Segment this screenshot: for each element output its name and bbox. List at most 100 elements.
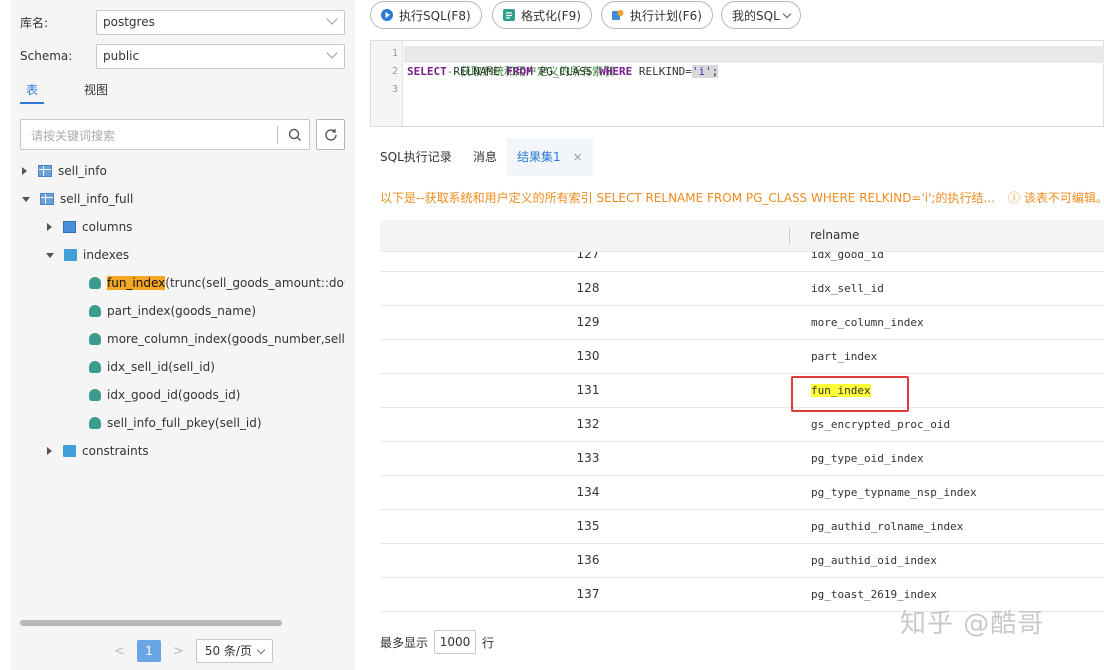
table-row[interactable]: 135 pg_authid_rolname_index (380, 510, 1104, 544)
relname-cell[interactable]: pg_type_oid_index (811, 452, 924, 465)
relname-cell[interactable]: gs_encrypted_proc_oid (811, 418, 950, 431)
grid-header: relname (380, 220, 1104, 252)
tree-label: idx_sell_id(sell_id) (107, 360, 215, 374)
prev-page-button[interactable]: < (114, 644, 125, 659)
table-row[interactable]: 131 fun_index (380, 374, 1104, 408)
tree-label: sell_info (58, 164, 107, 178)
table-row[interactable]: 136 pg_authid_oid_index (380, 544, 1104, 578)
object-tree: sell_info sell_info_full columns indexes… (10, 0, 345, 670)
page-size-select[interactable]: 50 条/页 (195, 639, 273, 663)
tab-sql-history[interactable]: SQL执行记录 (380, 138, 452, 176)
code-line-2[interactable]: SELECT RELNAME FROM PG_CLASS WHERE RELKI… (407, 63, 719, 81)
relname-cell[interactable]: part_index (811, 350, 877, 363)
tab-result-set-1[interactable]: 结果集1 × (507, 138, 593, 176)
next-page-button[interactable]: > (173, 644, 184, 659)
my-sql-label: 我的SQL (732, 8, 780, 23)
format-icon (503, 9, 515, 21)
column-header-relname[interactable]: relname (810, 228, 859, 242)
sql-workspace: 执行SQL(F8) 格式化(F9) 执行计划(F6) 我的SQL 1 2 3 -… (370, 0, 1104, 670)
play-icon (381, 9, 393, 21)
relname-cell[interactable]: pg_toast_2619_index (811, 588, 937, 601)
page-number-1[interactable]: 1 (136, 640, 161, 662)
caret-down-icon[interactable] (22, 196, 30, 202)
tree-node-index-pkey[interactable]: sell_info_full_pkey(sell_id) (89, 413, 262, 433)
tree-node-constraints[interactable]: constraints (47, 441, 149, 461)
relname-cell[interactable]: idx_sell_id (811, 282, 884, 295)
table-row[interactable]: 130 part_index (380, 340, 1104, 374)
tab-messages[interactable]: 消息 (473, 138, 497, 176)
row-number: 132 (576, 417, 600, 431)
column-divider (789, 228, 790, 244)
tree-node-index-more-column-index[interactable]: more_column_index(goods_number,sell_good… (89, 329, 345, 349)
row-number: 130 (576, 349, 600, 363)
tree-node-index-idx-sell-id[interactable]: idx_sell_id(sell_id) (89, 357, 215, 377)
tree-pagination: < 1 > 50 条/页 (114, 639, 273, 663)
row-number: 131 (576, 383, 600, 397)
tree-node-index-idx-good-id[interactable]: idx_good_id(goods_id) (89, 385, 240, 405)
index-icon (89, 417, 101, 429)
index-icon (89, 277, 101, 289)
tree-label: sell_info_full_pkey(sell_id) (107, 416, 262, 430)
result-tabs: SQL执行记录 消息 结果集1 × (370, 138, 1104, 176)
sql-editor[interactable]: 1 2 3 --获取系统和用户定义的所有索引 SELECT RELNAME FR… (370, 40, 1104, 127)
relname-cell[interactable]: pg_authid_oid_index (811, 554, 937, 567)
sql-keyword: SELECT (407, 65, 447, 78)
row-number: 134 (576, 485, 600, 499)
caret-down-icon[interactable] (46, 252, 54, 258)
plan-icon (612, 10, 624, 20)
tree-label: more_column_index(goods_number,sell_good… (107, 332, 345, 346)
line-number: 2 (391, 66, 398, 77)
sql-keyword: WHERE (599, 65, 633, 78)
table-row[interactable]: 132 gs_encrypted_proc_oid (380, 408, 1104, 442)
horizontal-scrollbar[interactable] (20, 620, 282, 626)
result-info-bar: 以下是--获取系统和用户定义的所有索引 SELECT RELNAME FROM … (370, 186, 1104, 210)
sql-identifier: PG_CLASS (532, 65, 600, 78)
max-rows-label: 最多显示 (380, 635, 429, 650)
tree-node-sell-info[interactable]: sell_info (22, 161, 107, 181)
chevron-down-icon (256, 645, 266, 654)
max-rows-unit: 行 (482, 635, 495, 650)
explain-plan-button[interactable]: 执行计划(F6) (601, 1, 713, 29)
caret-right-icon[interactable] (47, 447, 52, 455)
index-icon (89, 333, 101, 345)
watermark: 知乎 @酷哥 (900, 609, 1045, 639)
index-icon (89, 305, 101, 317)
relname-cell[interactable]: pg_authid_rolname_index (811, 520, 963, 533)
line-number-gutter: 1 2 3 (371, 41, 403, 126)
tree-node-index-fun-index[interactable]: fun_index (trunc(sell_goods_amount::doub… (89, 273, 345, 293)
format-label: 格式化(F9) (521, 8, 581, 23)
annotation-highlight-box (791, 376, 909, 412)
line-number: 1 (391, 48, 398, 59)
relname-cell[interactable]: pg_type_typname_nsp_index (811, 486, 977, 499)
table-row[interactable]: 133 pg_type_oid_index (380, 442, 1104, 476)
format-button[interactable]: 格式化(F9) (492, 1, 592, 29)
row-number: 137 (576, 587, 600, 601)
tree-node-indexes[interactable]: indexes (46, 245, 129, 265)
row-number: 135 (576, 519, 600, 533)
run-sql-button[interactable]: 执行SQL(F8) (370, 1, 482, 29)
table-row[interactable]: 128 idx_sell_id (380, 272, 1104, 306)
close-icon[interactable]: × (573, 150, 583, 164)
row-number: 136 (576, 553, 600, 567)
relname-cell[interactable]: more_column_index (811, 316, 924, 329)
indexes-folder-icon (64, 249, 77, 261)
sql-string: 'i' (691, 65, 712, 78)
table-row[interactable]: 134 pg_type_typname_nsp_index (380, 476, 1104, 510)
caret-right-icon[interactable] (47, 223, 52, 231)
tree-label-highlight: fun_index (107, 276, 166, 290)
my-sql-dropdown[interactable]: 我的SQL (721, 1, 801, 29)
tree-node-columns[interactable]: columns (47, 217, 132, 237)
caret-right-icon[interactable] (22, 167, 27, 175)
sql-identifier: RELNAME (446, 65, 507, 78)
page-size-value: 50 条/页 (204, 644, 252, 658)
index-icon (89, 361, 101, 373)
sql-keyword: FROM (506, 65, 533, 78)
tree-label: (trunc(sell_goods_amount::double p (165, 276, 345, 290)
tree-node-index-part-index[interactable]: part_index(goods_name) (89, 301, 256, 321)
tree-node-sell-info-full[interactable]: sell_info_full (22, 189, 133, 209)
max-rows-input[interactable]: 1000 (434, 630, 477, 654)
tree-label: constraints (82, 444, 149, 458)
table-row[interactable]: 129 more_column_index (380, 306, 1104, 340)
tree-label: sell_info_full (60, 192, 134, 206)
row-number: 128 (576, 281, 600, 295)
